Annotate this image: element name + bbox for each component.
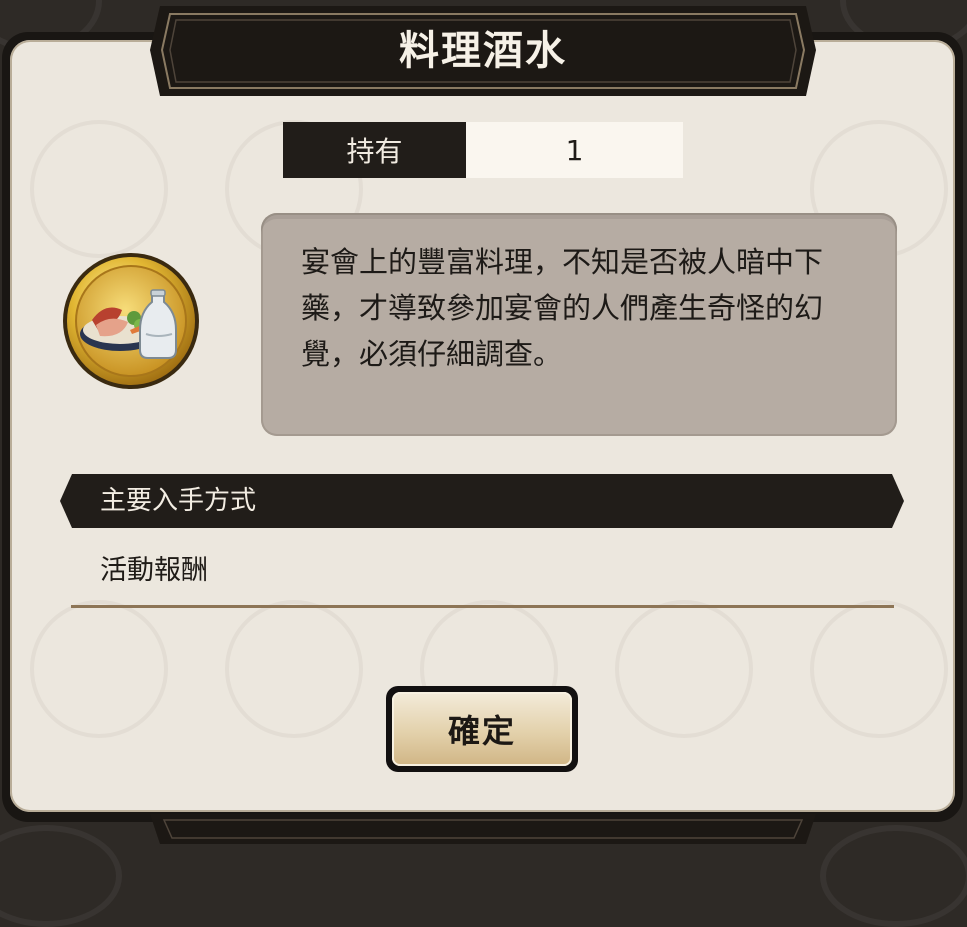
owned-label: 持有 xyxy=(283,122,466,178)
dish-and-sake-bottle-icon xyxy=(60,250,202,392)
background-item-slot xyxy=(820,825,967,927)
ghost-slot xyxy=(615,600,753,738)
owned-count-box: 持有 1 xyxy=(283,122,683,178)
item-description: 宴會上的豐富料理，不知是否被人暗中下藥，才導致參加宴會的人們產生奇怪的幻覺，必須… xyxy=(301,245,824,371)
section-divider xyxy=(71,605,894,608)
background-item-slot xyxy=(0,825,122,927)
acquisition-source: 活動報酬 xyxy=(100,555,208,586)
confirm-button-label: 確定 xyxy=(447,712,516,750)
title-plate: 料理酒水 xyxy=(150,0,816,100)
item-description-box: 宴會上的豐富料理，不知是否被人暗中下藥，才導致參加宴會的人們產生奇怪的幻覺，必須… xyxy=(261,213,897,436)
dialog-title: 料理酒水 xyxy=(399,28,567,74)
confirm-button[interactable]: 確定 xyxy=(386,686,578,772)
acquisition-header-bar: 主要入手方式 xyxy=(60,474,904,528)
ghost-slot xyxy=(30,120,168,258)
ghost-slot xyxy=(810,600,948,738)
ghost-slot xyxy=(30,600,168,738)
confirm-button-face: 確定 xyxy=(392,692,572,766)
bottom-trim xyxy=(150,814,816,853)
owned-value: 1 xyxy=(466,122,683,178)
ghost-slot xyxy=(225,600,363,738)
acquisition-header: 主要入手方式 xyxy=(100,486,257,516)
